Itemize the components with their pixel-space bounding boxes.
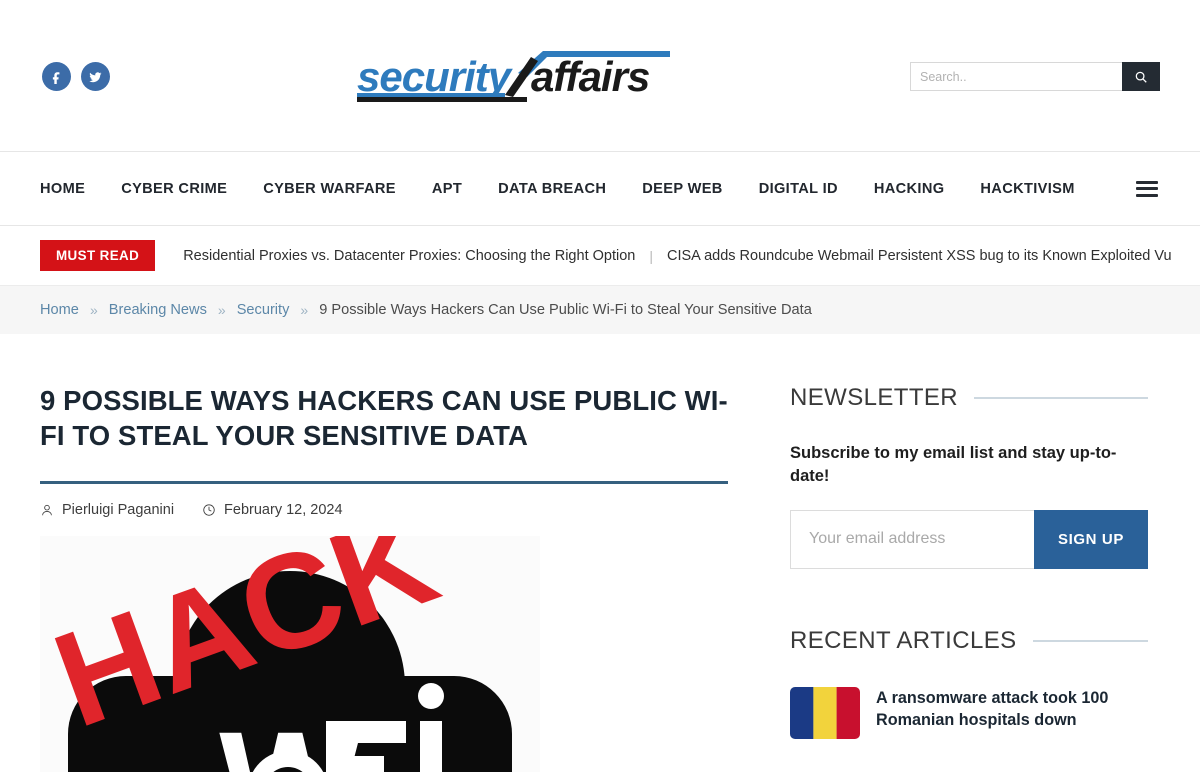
list-item[interactable]: A ransomware attack took 100 Romanian ho… xyxy=(790,686,1148,739)
site-logo[interactable]: security affairs xyxy=(355,47,675,103)
ticker-headline-1[interactable]: Residential Proxies vs. Datacenter Proxi… xyxy=(183,248,635,264)
facebook-icon[interactable] xyxy=(42,62,71,91)
page-root: security affairs HOME CYBER CRIME CYBER … xyxy=(0,0,1200,772)
breadcrumb-arrow-icon: » xyxy=(89,302,98,318)
must-read-badge[interactable]: MUST READ xyxy=(40,240,156,271)
email-field[interactable] xyxy=(790,509,1034,569)
nav-item-apt[interactable]: APT xyxy=(414,181,480,197)
article-featured-image: W HACK xyxy=(40,536,540,772)
search-icon xyxy=(1135,71,1147,83)
hamburger-bar xyxy=(1136,193,1158,197)
newsletter-widget-header: NEWSLETTER xyxy=(790,384,1148,412)
nav-item-data-breach[interactable]: DATA BREACH xyxy=(480,181,624,197)
breadcrumb-arrow-icon: » xyxy=(217,302,226,318)
main-navigation: HOME CYBER CRIME CYBER WARFARE APT DATA … xyxy=(0,152,1200,226)
nav-item-deep-web[interactable]: DEEP WEB xyxy=(624,181,740,197)
hamburger-menu-icon[interactable] xyxy=(1136,180,1158,197)
sign-up-button[interactable]: SIGN UP xyxy=(1034,509,1148,569)
ticker-separator: | xyxy=(649,247,653,264)
recent-article-thumbnail xyxy=(790,686,860,739)
nav-item-cyber-crime[interactable]: CYBER CRIME xyxy=(103,181,245,197)
article-column: 9 Possible Ways Hackers Can Use Public W… xyxy=(40,334,728,772)
article-byline: Pierluigi Paganini February 12, 2024 xyxy=(40,502,728,518)
hamburger-bar xyxy=(1136,187,1158,190)
newsletter-form: SIGN UP xyxy=(790,509,1148,569)
content-area: 9 Possible Ways Hackers Can Use Public W… xyxy=(0,334,1200,772)
nav-list: HOME CYBER CRIME CYBER WARFARE APT DATA … xyxy=(40,181,1093,197)
byline-author: Pierluigi Paganini xyxy=(40,502,174,518)
svg-text:security: security xyxy=(357,53,514,100)
search-input[interactable] xyxy=(910,62,1122,91)
recent-articles-title: RECENT ARTICLES xyxy=(790,626,1017,654)
must-read-ticker: MUST READ Residential Proxies vs. Datace… xyxy=(0,226,1200,286)
newsletter-title: NEWSLETTER xyxy=(790,384,959,411)
ticker-items: Residential Proxies vs. Datacenter Proxi… xyxy=(183,248,1171,264)
nav-item-hacking[interactable]: HACKING xyxy=(856,181,963,197)
sidebar: NEWSLETTER Subscribe to my email list an… xyxy=(790,334,1148,772)
recent-articles-list: A ransomware attack took 100 Romanian ho… xyxy=(790,686,1148,739)
widget-divider xyxy=(974,397,1148,399)
nav-item-digital-id[interactable]: DIGITAL ID xyxy=(741,181,856,197)
nav-item-cyber-warfare[interactable]: CYBER WARFARE xyxy=(245,181,414,197)
social-links xyxy=(42,62,110,91)
widget-divider xyxy=(1032,639,1148,642)
title-divider xyxy=(40,481,728,485)
user-icon xyxy=(42,505,52,516)
breadcrumb-item-security[interactable]: Security xyxy=(237,302,290,318)
nav-item-hacktivism[interactable]: HACKTIVISM xyxy=(962,181,1092,197)
recent-articles-widget-header: RECENT ARTICLES xyxy=(790,627,1148,655)
clock-icon xyxy=(203,504,215,516)
breadcrumb-item-current: 9 Possible Ways Hackers Can Use Public W… xyxy=(319,302,812,318)
hamburger-bar xyxy=(1136,180,1158,184)
breadcrumb: Home » Breaking News » Security » 9 Poss… xyxy=(0,286,1200,334)
breadcrumb-item-breaking-news[interactable]: Breaking News xyxy=(109,302,207,318)
site-header: security affairs xyxy=(0,0,1200,152)
newsletter-subtitle: Subscribe to my email list and stay up-t… xyxy=(790,444,1117,485)
byline-date: February 12, 2024 xyxy=(202,502,343,518)
recent-article-title[interactable]: A ransomware attack took 100 Romanian ho… xyxy=(876,687,1148,731)
author-name[interactable]: Pierluigi Paganini xyxy=(62,502,174,518)
breadcrumb-item-home[interactable]: Home xyxy=(40,302,79,318)
page-title: 9 Possible Ways Hackers Can Use Public W… xyxy=(40,385,728,451)
twitter-icon[interactable] xyxy=(81,62,110,91)
search-box xyxy=(910,62,1160,91)
publish-date: February 12, 2024 xyxy=(224,502,343,519)
search-button[interactable] xyxy=(1122,62,1160,91)
nav-item-home[interactable]: HOME xyxy=(40,181,103,197)
ticker-headline-2[interactable]: CISA adds Roundcube Webmail Persistent X… xyxy=(667,248,1172,264)
breadcrumb-arrow-icon: » xyxy=(300,302,309,318)
svg-text:affairs: affairs xyxy=(531,53,649,100)
